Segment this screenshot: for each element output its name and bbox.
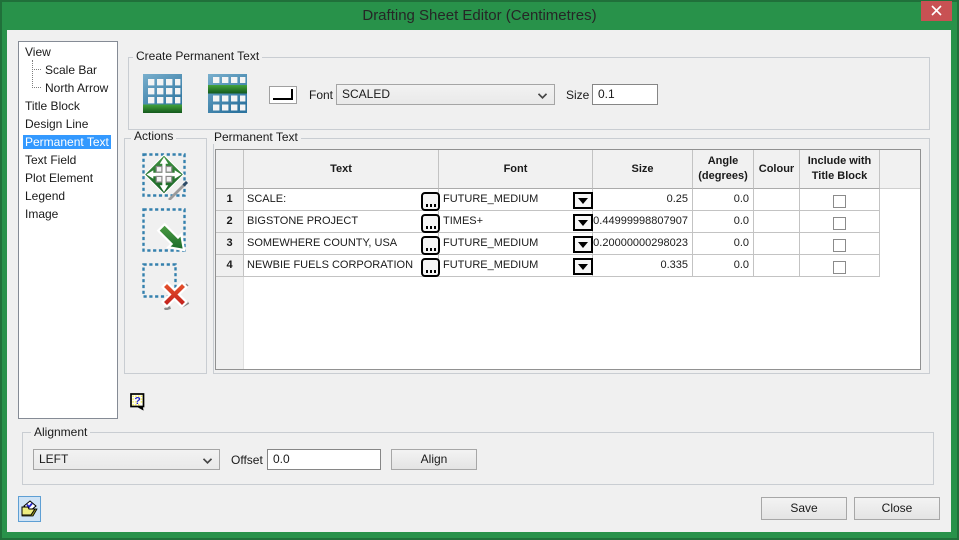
- svg-text:?: ?: [134, 395, 140, 407]
